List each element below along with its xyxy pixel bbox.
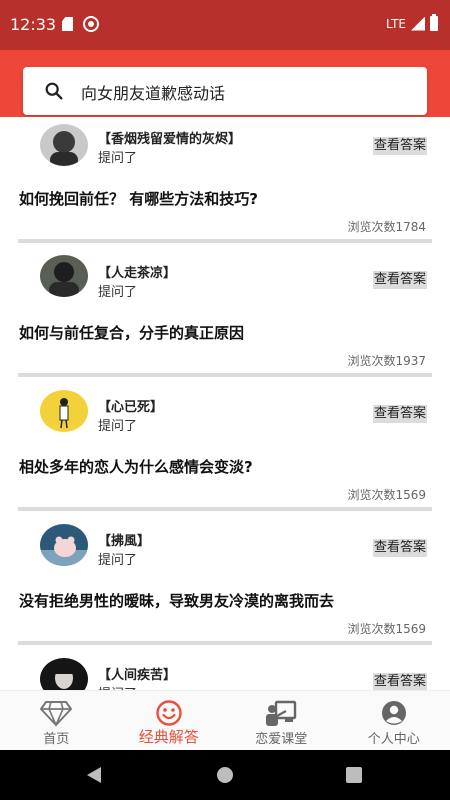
smile-icon (156, 700, 182, 726)
asked-label: 提问了 (98, 683, 137, 690)
system-nav-bar (0, 750, 450, 800)
question-card[interactable]: 【人走茶凉】 提问了 查看答案 如何与前任复合，分手的真正原因 浏览次数1937 (0, 251, 450, 385)
author-name: 【拂風】 (98, 534, 151, 549)
author-name: 【人走茶凉】 (98, 266, 177, 281)
question-title[interactable]: 相处多年的恋人为什么感情会变淡? (19, 456, 253, 477)
view-answer-button[interactable]: 查看答案 (373, 137, 428, 155)
nav-label: 经典解答 (138, 728, 199, 746)
author-name: 【香烟残留爱情的灰烬】 (98, 132, 242, 147)
diamond-icon (40, 701, 73, 727)
view-answer-button[interactable]: 查看答案 (373, 405, 428, 423)
question-card[interactable]: 【人间疾苦】 提问了 查看答案 (0, 653, 450, 690)
author-name: 【心已死】 (98, 400, 164, 415)
view-count: 浏览次数1784 (347, 220, 426, 234)
nav-label: 个人中心 (367, 732, 420, 747)
person-icon (381, 701, 406, 725)
asked-label: 提问了 (98, 553, 138, 568)
hotspot-icon (83, 16, 99, 32)
sd-card-icon (62, 17, 73, 31)
nav-item-classic-answers[interactable]: 经典解答 (113, 691, 226, 750)
question-feed[interactable]: 【香烟残留爱情的灰烬】 提问了 查看答案 如何挽回前任？ 有哪些方法和技巧? 浏… (0, 117, 450, 690)
question-title[interactable]: 没有拒绝男性的暧昧，导致男友冷漠的离我而去 (19, 590, 334, 611)
question-title[interactable]: 如何与前任复合，分手的真正原因 (19, 322, 244, 343)
asked-label: 提问了 (98, 151, 138, 166)
search-box[interactable]: 向女朋友道歉感动话 (23, 67, 427, 115)
view-answer-button[interactable]: 查看答案 (373, 539, 428, 557)
classroom-icon (266, 700, 297, 726)
battery-icon (430, 14, 438, 31)
author-name: 【人间疾苦】 (98, 668, 177, 683)
view-count: 浏览次数1937 (347, 354, 426, 368)
nav-label: 恋爱课堂 (255, 732, 308, 747)
avatar (40, 390, 88, 432)
question-card[interactable]: 【拂風】 提问了 查看答案 没有拒绝男性的暧昧，导致男友冷漠的离我而去 浏览次数… (0, 519, 450, 653)
nav-item-profile[interactable]: 个人中心 (338, 691, 450, 750)
view-count: 浏览次数1569 (347, 622, 426, 636)
question-card[interactable]: 【心已死】 提问了 查看答案 相处多年的恋人为什么感情会变淡? 浏览次数1569 (0, 385, 450, 519)
asked-label: 提问了 (98, 419, 138, 434)
bottom-nav: 首页 经典解答 恋爱课堂 个人中心 (0, 690, 450, 750)
back-icon[interactable] (87, 767, 101, 783)
question-card[interactable]: 【香烟残留爱情的灰烬】 提问了 查看答案 如何挽回前任？ 有哪些方法和技巧? 浏… (0, 117, 450, 251)
avatar (40, 524, 88, 566)
avatar (40, 255, 88, 297)
divider (18, 507, 432, 511)
divider (18, 641, 432, 645)
nav-item-love-class[interactable]: 恋爱课堂 (225, 691, 338, 750)
home-icon[interactable] (217, 767, 233, 783)
divider (18, 239, 432, 243)
view-count: 浏览次数1569 (347, 488, 426, 502)
network-type: LTE (386, 16, 406, 31)
view-answer-button[interactable]: 查看答案 (373, 271, 428, 289)
status-bar: 12:33 LTE (0, 0, 450, 50)
nav-item-home[interactable]: 首页 (0, 691, 113, 750)
recent-apps-icon[interactable] (346, 767, 362, 783)
avatar (40, 124, 88, 166)
divider (18, 373, 432, 377)
asked-label: 提问了 (98, 285, 138, 300)
status-notification-icons (62, 16, 99, 32)
view-answer-button[interactable]: 查看答案 (373, 673, 428, 690)
avatar (40, 658, 88, 690)
search-icon (45, 82, 63, 100)
nav-label: 首页 (43, 732, 70, 747)
signal-icon (411, 16, 425, 31)
question-title[interactable]: 如何挽回前任？ 有哪些方法和技巧? (19, 188, 258, 209)
status-system-icons: LTE (386, 14, 438, 31)
search-input[interactable]: 向女朋友道歉感动话 (81, 80, 225, 104)
status-time: 12:33 (10, 15, 57, 34)
